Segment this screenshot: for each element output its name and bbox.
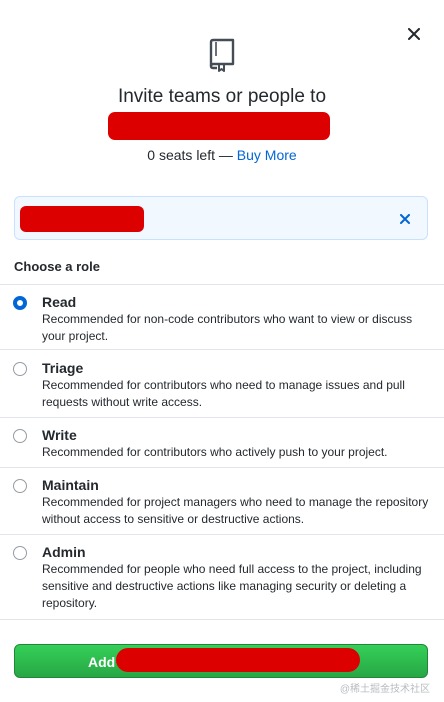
- dialog-title: Invite teams or people to: [117, 86, 327, 107]
- remove-invitee-button[interactable]: [395, 209, 415, 229]
- role-name: Maintain: [42, 477, 99, 493]
- role-radio-triage[interactable]: [13, 362, 27, 376]
- add-button-label: Add: [88, 654, 116, 670]
- role-radio-read[interactable]: [13, 296, 27, 310]
- clear-x-icon: [400, 214, 410, 224]
- role-name: Write: [42, 427, 77, 443]
- role-option-read[interactable]: Read Recommended for non-code contributo…: [0, 284, 444, 350]
- buy-more-link[interactable]: Buy More: [237, 147, 297, 163]
- role-radio-admin[interactable]: [13, 546, 27, 560]
- role-option-admin[interactable]: Admin Recommended for people who need fu…: [0, 535, 444, 620]
- role-description: Recommended for contributors who activel…: [42, 445, 388, 459]
- role-name: Admin: [42, 544, 86, 560]
- redacted-invitee-name: [20, 206, 144, 232]
- role-description: Recommended for project managers who nee…: [42, 495, 429, 526]
- role-option-write[interactable]: Write Recommended for contributors who a…: [0, 418, 444, 468]
- repo-icon: [209, 38, 235, 72]
- redacted-repo-name: [108, 112, 330, 140]
- role-name: Triage: [42, 360, 84, 376]
- role-name: Read: [42, 294, 77, 310]
- close-button[interactable]: [404, 24, 424, 44]
- watermark: @稀土掘金技术社区: [339, 684, 430, 695]
- role-section-heading: Choose a role: [14, 259, 100, 274]
- role-description: Recommended for people who need full acc…: [42, 562, 422, 610]
- role-option-maintain[interactable]: Maintain Recommended for project manager…: [0, 468, 444, 535]
- role-description: Recommended for contributors who need to…: [42, 378, 405, 409]
- close-icon: [408, 28, 420, 40]
- role-option-triage[interactable]: Triage Recommended for contributors who …: [0, 350, 444, 418]
- redacted-add-target: [116, 648, 360, 672]
- role-radio-maintain[interactable]: [13, 479, 27, 493]
- seats-info: 0 seats left — Buy More: [0, 147, 444, 163]
- role-description: Recommended for non-code contributors wh…: [42, 312, 413, 343]
- role-radio-write[interactable]: [13, 429, 27, 443]
- seats-left-text: 0 seats left —: [147, 147, 237, 163]
